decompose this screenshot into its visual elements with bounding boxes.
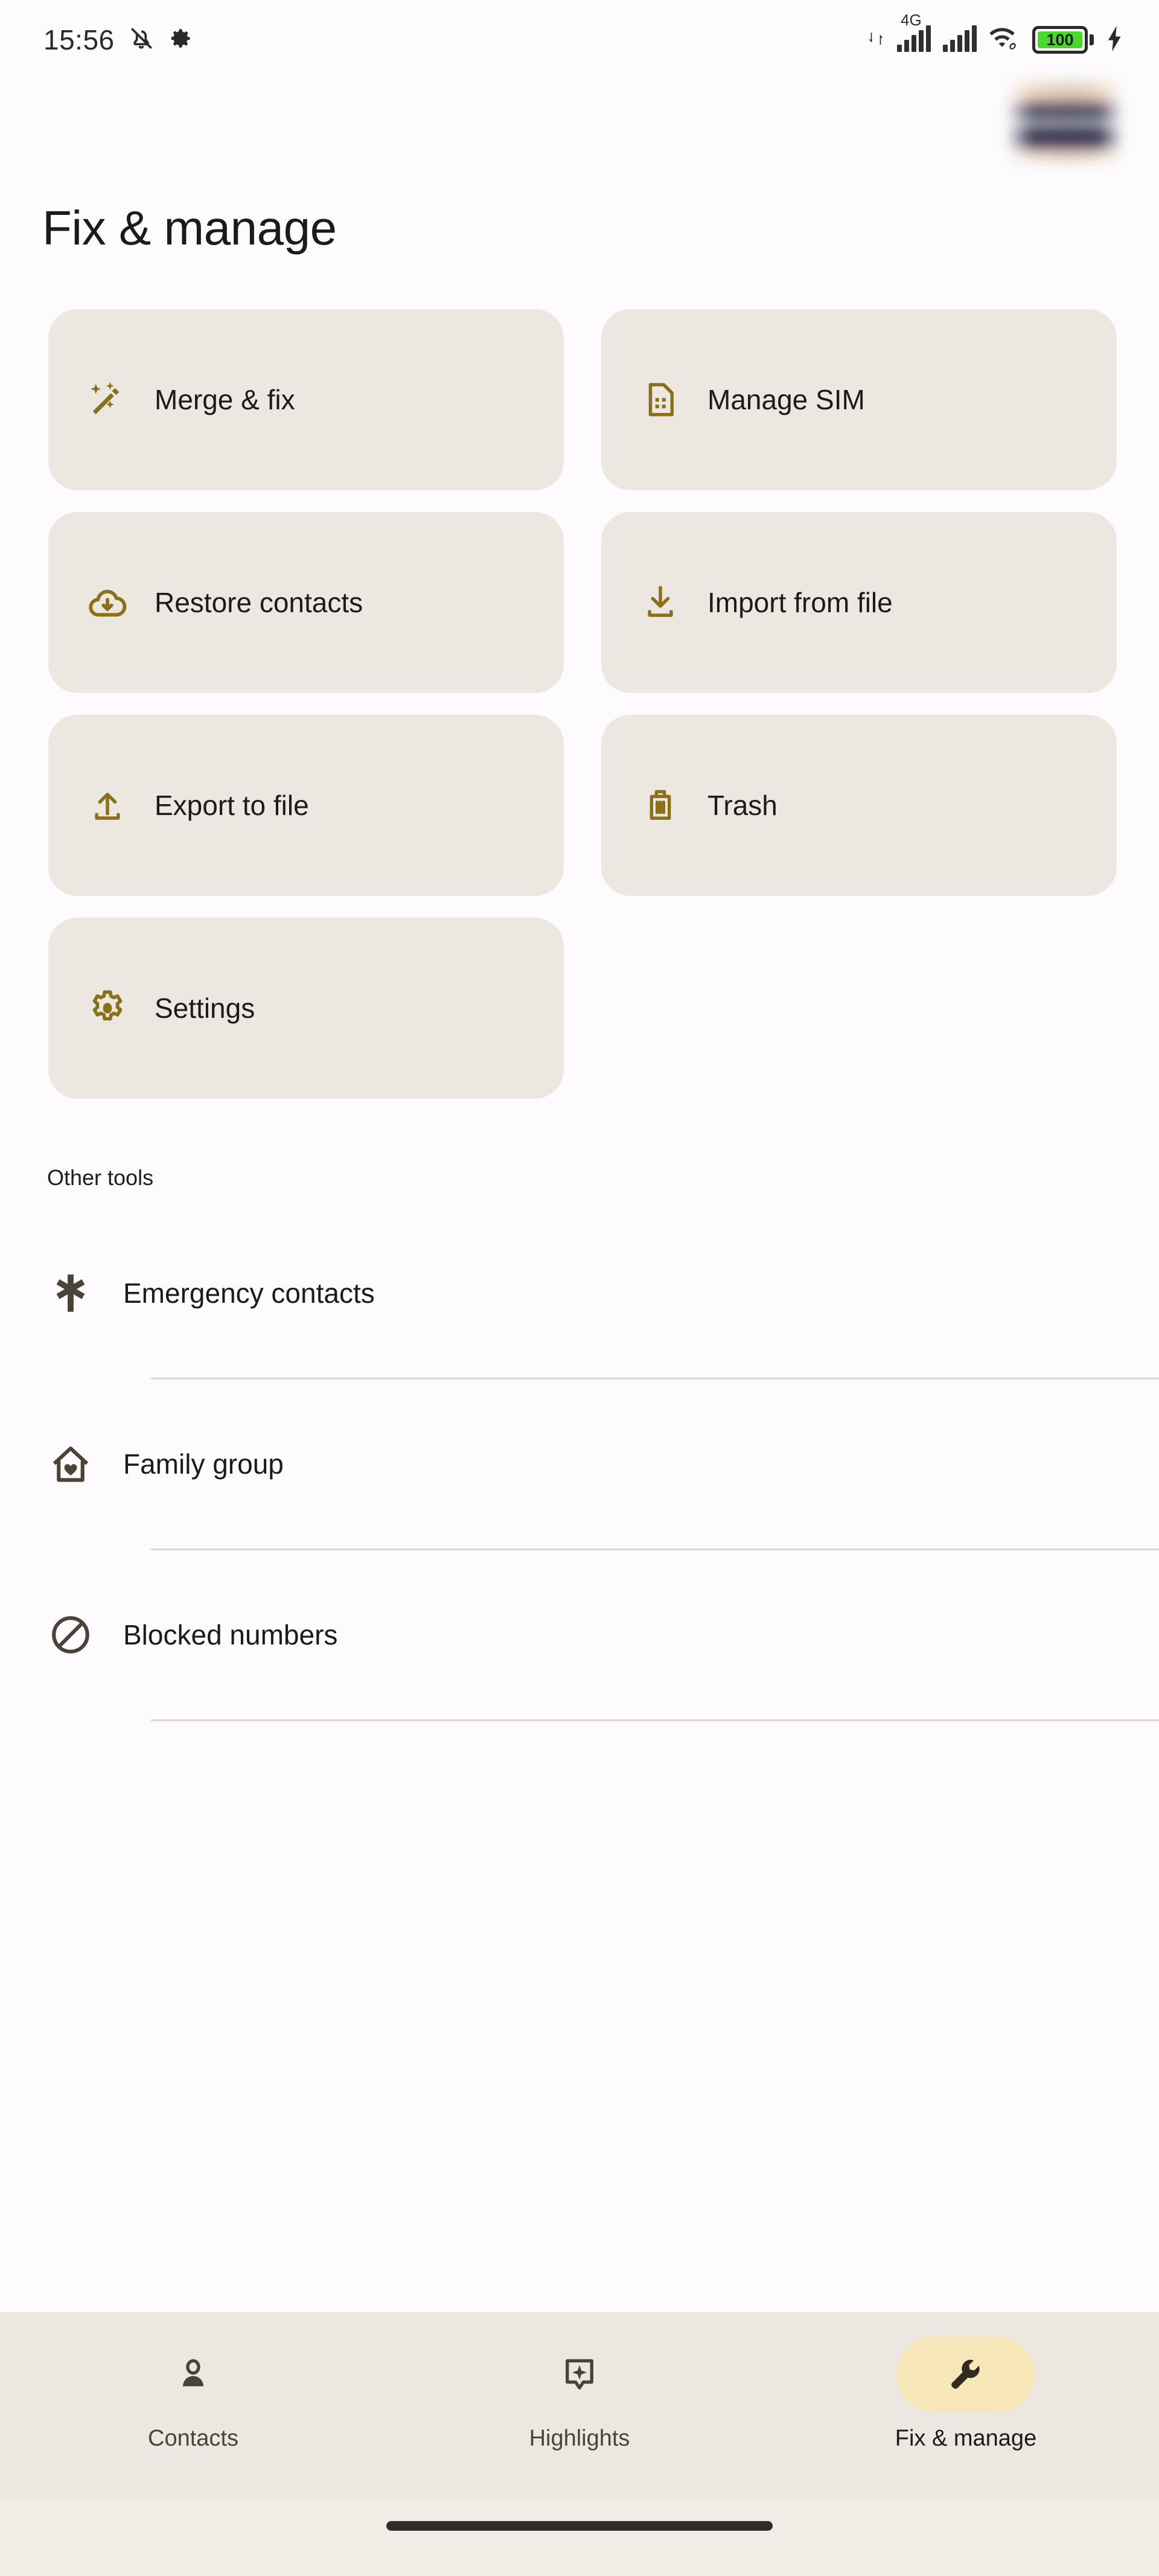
signal-bars-icon-secondary <box>943 28 977 52</box>
gesture-navigation-area <box>0 2499 1159 2576</box>
nav-tab-highlights[interactable]: Highlights <box>386 2336 773 2452</box>
avatar[interactable] <box>1007 80 1122 164</box>
sparkle-card-icon <box>510 2336 649 2412</box>
battery-icon: 100 <box>1032 26 1094 54</box>
list-item-emergency-contacts[interactable]: Emergency contacts <box>0 1209 1159 1378</box>
import-download-icon <box>639 581 682 624</box>
list-item-blocked-numbers[interactable]: Blocked numbers <box>0 1550 1159 1719</box>
wifi-icon <box>989 25 1020 55</box>
tile-import-from-file[interactable]: Import from file <box>601 512 1117 693</box>
nav-tab-label: Highlights <box>529 2426 630 2452</box>
home-gesture-bar[interactable] <box>386 2521 773 2531</box>
nav-tab-label: Fix & manage <box>895 2426 1036 2452</box>
gear-icon <box>168 26 193 54</box>
status-clock: 15:56 <box>43 24 115 56</box>
charging-bolt-icon <box>1106 25 1124 56</box>
tile-label: Restore contacts <box>155 585 363 621</box>
list-item-family-group[interactable]: Family group <box>0 1379 1159 1548</box>
tile-merge-and-fix[interactable]: Merge & fix <box>48 309 564 490</box>
tile-label: Manage SIM <box>707 382 865 418</box>
tile-label: Import from file <box>707 585 893 621</box>
bottom-navigation-bar: Contacts Highlights Fix & manage <box>0 2312 1159 2499</box>
tile-settings[interactable]: Settings <box>48 918 564 1099</box>
star-of-life-icon <box>47 1270 94 1317</box>
sim-card-icon <box>639 378 682 421</box>
signal-bars-icon: 4G <box>897 28 931 52</box>
tile-label: Merge & fix <box>155 382 295 418</box>
other-tools-list: Emergency contacts Family group Block <box>0 1191 1159 1721</box>
export-upload-icon <box>86 784 129 827</box>
page-title: Fix & manage <box>0 164 1159 256</box>
list-item-label: Blocked numbers <box>123 1619 337 1651</box>
list-item-label: Family group <box>123 1448 284 1480</box>
person-icon <box>124 2336 263 2412</box>
tile-export-to-file[interactable]: Export to file <box>48 715 564 896</box>
tile-manage-sim[interactable]: Manage SIM <box>601 309 1117 490</box>
status-bar: 15:56 4G <box>0 0 1159 80</box>
tile-label: Settings <box>155 991 255 1026</box>
magic-wand-icon <box>86 378 129 421</box>
content-spacer <box>0 1721 1159 2312</box>
nav-tab-fix-and-manage[interactable]: Fix & manage <box>773 2336 1159 2452</box>
tool-tiles-grid: Merge & fix Manage SIM <box>0 256 1159 1099</box>
header-bar <box>0 80 1159 164</box>
tile-label: Trash <box>707 788 777 823</box>
block-circle-icon <box>47 1611 94 1658</box>
nav-tab-label: Contacts <box>148 2426 238 2452</box>
battery-percent-label: 100 <box>1046 32 1073 48</box>
status-bar-right: 4G 100 <box>867 25 1124 56</box>
mobile-data-arrows-icon <box>867 27 885 54</box>
cloud-restore-icon <box>86 581 129 624</box>
other-tools-heading: Other tools <box>0 1099 1159 1191</box>
status-bar-left: 15:56 <box>43 24 193 56</box>
trash-icon <box>639 784 682 827</box>
tile-restore-contacts[interactable]: Restore contacts <box>48 512 564 693</box>
network-type-label: 4G <box>901 12 922 28</box>
list-item-label: Emergency contacts <box>123 1277 375 1309</box>
tile-trash[interactable]: Trash <box>601 715 1117 896</box>
tile-label: Export to file <box>155 788 309 823</box>
notifications-off-icon <box>128 25 155 55</box>
gear-icon <box>86 986 129 1030</box>
phone-screen: 15:56 4G <box>0 0 1159 2576</box>
house-heart-icon <box>47 1440 94 1488</box>
nav-tab-contacts[interactable]: Contacts <box>0 2336 386 2452</box>
wrench-icon <box>896 2336 1035 2412</box>
